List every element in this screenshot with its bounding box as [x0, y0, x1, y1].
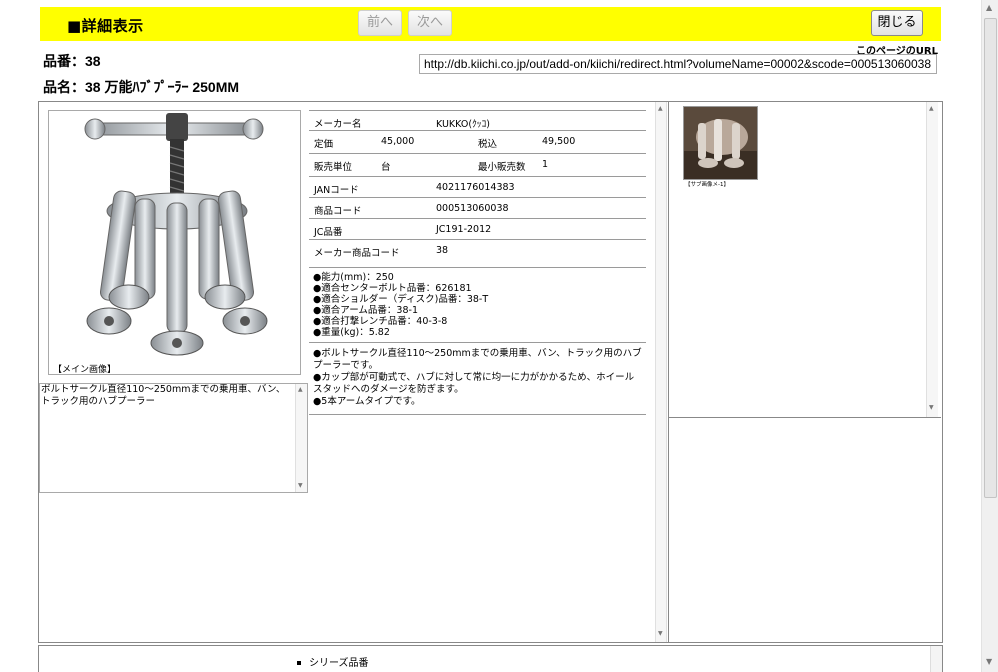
spec-label: JANコード: [314, 185, 359, 196]
spec-value: JC191-2012: [436, 224, 492, 235]
spec-scrollbar[interactable]: ▲ ▼: [655, 102, 667, 642]
divider: [668, 102, 669, 642]
close-button[interactable]: 閉じる: [871, 10, 923, 36]
spec-label: メーカー商品コード: [314, 248, 400, 259]
image-description-text: ボルトサークル直径110～250mmまでの乗用車、バン、トラック用のハブプーラー: [41, 384, 286, 407]
thumbnail-caption: 【サブ画像メ-1】: [685, 182, 729, 188]
spec-value: 49,500: [542, 136, 576, 147]
feature-item: ●適合打撃レンチ品番：40-3-8: [313, 316, 448, 327]
spec-value: 1: [542, 159, 549, 170]
spec-row-jan: JANコード 4021176014383: [309, 177, 646, 198]
feature-item: ●適合ショルダー（ディスク)品番：38-T: [313, 294, 489, 305]
comment-item: ●ボルトサークル直径110～250mmまでの乗用車、バン、トラック用のハブプーラ…: [313, 348, 642, 371]
scroll-up-arrow[interactable]: ▲: [929, 105, 934, 113]
thumbnail-scrollbar[interactable]: ▲ ▼: [926, 102, 938, 417]
spec-value: 000513060038: [436, 203, 509, 214]
spec-label: JC品番: [314, 227, 343, 238]
spec-value: 38: [436, 245, 449, 256]
series-label: シリーズ品番: [309, 658, 369, 669]
comment-item: ●カップ部が可動式で、ハブに対して常に均一に力がかかるため、ホイールスタッドへの…: [313, 372, 635, 395]
image-caption: 【メイン画像】: [53, 365, 117, 375]
spec-value: KUKKO(ｸｯｺ): [436, 119, 491, 130]
prev-button[interactable]: 前へ: [358, 10, 402, 36]
divider: [309, 414, 646, 415]
comment-item: ●5本アームタイプです。: [313, 396, 421, 407]
spec-value: 4021176014383: [436, 182, 515, 193]
spec-label: 定価: [314, 139, 334, 150]
page-scroll-thumb[interactable]: [984, 18, 997, 498]
part-number: 品番：38: [43, 53, 101, 69]
feature-item: ●能力(mm)：250: [313, 272, 394, 283]
series-frame: シリーズ品番: [38, 645, 943, 672]
spec-row-maker: メーカー名 KUKKO(ｸｯｺ): [309, 110, 646, 131]
next-button[interactable]: 次へ: [408, 10, 452, 36]
spec-label: メーカー名: [314, 119, 362, 130]
scroll-down-arrow[interactable]: ▼: [658, 630, 663, 638]
spec-row-code: 商品コード 000513060038: [309, 198, 646, 219]
header-bar: ■詳細表示 前へ 次へ 閉じる: [40, 7, 941, 41]
feature-item: ●重量(kg)：5.82: [313, 327, 390, 338]
spec-row-unit: 販売単位 台 最小販売数 1: [309, 154, 646, 177]
feature-item: ●適合センターボルト品番：626181: [313, 283, 472, 294]
main-image[interactable]: 【メイン画像】: [48, 110, 301, 375]
spec-row-maker-code: メーカー商品コード 38: [309, 240, 646, 268]
part-name: 品名：38 万能ﾊﾌﾞﾌﾟｰﾗｰ 250MM: [43, 79, 240, 95]
divider: [668, 417, 941, 418]
spec-label: 税込: [478, 139, 498, 150]
spec-label: 販売単位: [314, 162, 353, 173]
description-scrollbar[interactable]: ▲ ▼: [295, 384, 307, 492]
scroll-down-arrow[interactable]: ▼: [986, 658, 992, 666]
spec-label: 最小販売数: [478, 162, 526, 173]
spec-value: 45,000: [381, 136, 415, 147]
spec-table: メーカー名 KUKKO(ｸｯｺ) 定価 45,000 税込 49,500 販売単…: [309, 110, 646, 268]
features-list: ●能力(mm)：250 ●適合センターボルト品番：626181 ●適合ショルダー…: [313, 272, 488, 338]
bullet-icon: [297, 661, 301, 665]
scroll-down-arrow[interactable]: ▼: [298, 482, 303, 490]
page-url-field[interactable]: http://db.kiichi.co.jp/out/add-on/kiichi…: [419, 54, 937, 74]
spec-row-price: 定価 45,000 税込 49,500: [309, 131, 646, 154]
page-scrollbar[interactable]: ▲ ▼: [981, 0, 998, 672]
series-item[interactable]: シリーズ品番: [297, 654, 369, 669]
image-description[interactable]: ボルトサークル直径110～250mmまでの乗用車、バン、トラック用のハブプーラー…: [39, 383, 308, 493]
sub-image-thumbnail[interactable]: [683, 106, 758, 180]
divider: [309, 342, 646, 343]
spec-value: 台: [381, 162, 391, 173]
scroll-up-arrow[interactable]: ▲: [658, 105, 663, 113]
spec-label: 商品コード: [314, 206, 362, 217]
scroll-up-arrow[interactable]: ▲: [298, 386, 303, 394]
feature-item: ●適合アーム品番：38-1: [313, 305, 418, 316]
hub-puller-image: [84, 113, 268, 356]
series-scrollbar[interactable]: [930, 646, 942, 672]
scroll-up-arrow[interactable]: ▲: [986, 4, 992, 12]
comment-list: ●ボルトサークル直径110～250mmまでの乗用車、バン、トラック用のハブプーラ…: [313, 348, 643, 408]
page-title: ■詳細表示: [67, 17, 144, 35]
spec-row-jc: JC品番 JC191-2012: [309, 219, 646, 240]
scroll-down-arrow[interactable]: ▼: [929, 404, 934, 412]
sub-image-photo: [684, 107, 757, 179]
